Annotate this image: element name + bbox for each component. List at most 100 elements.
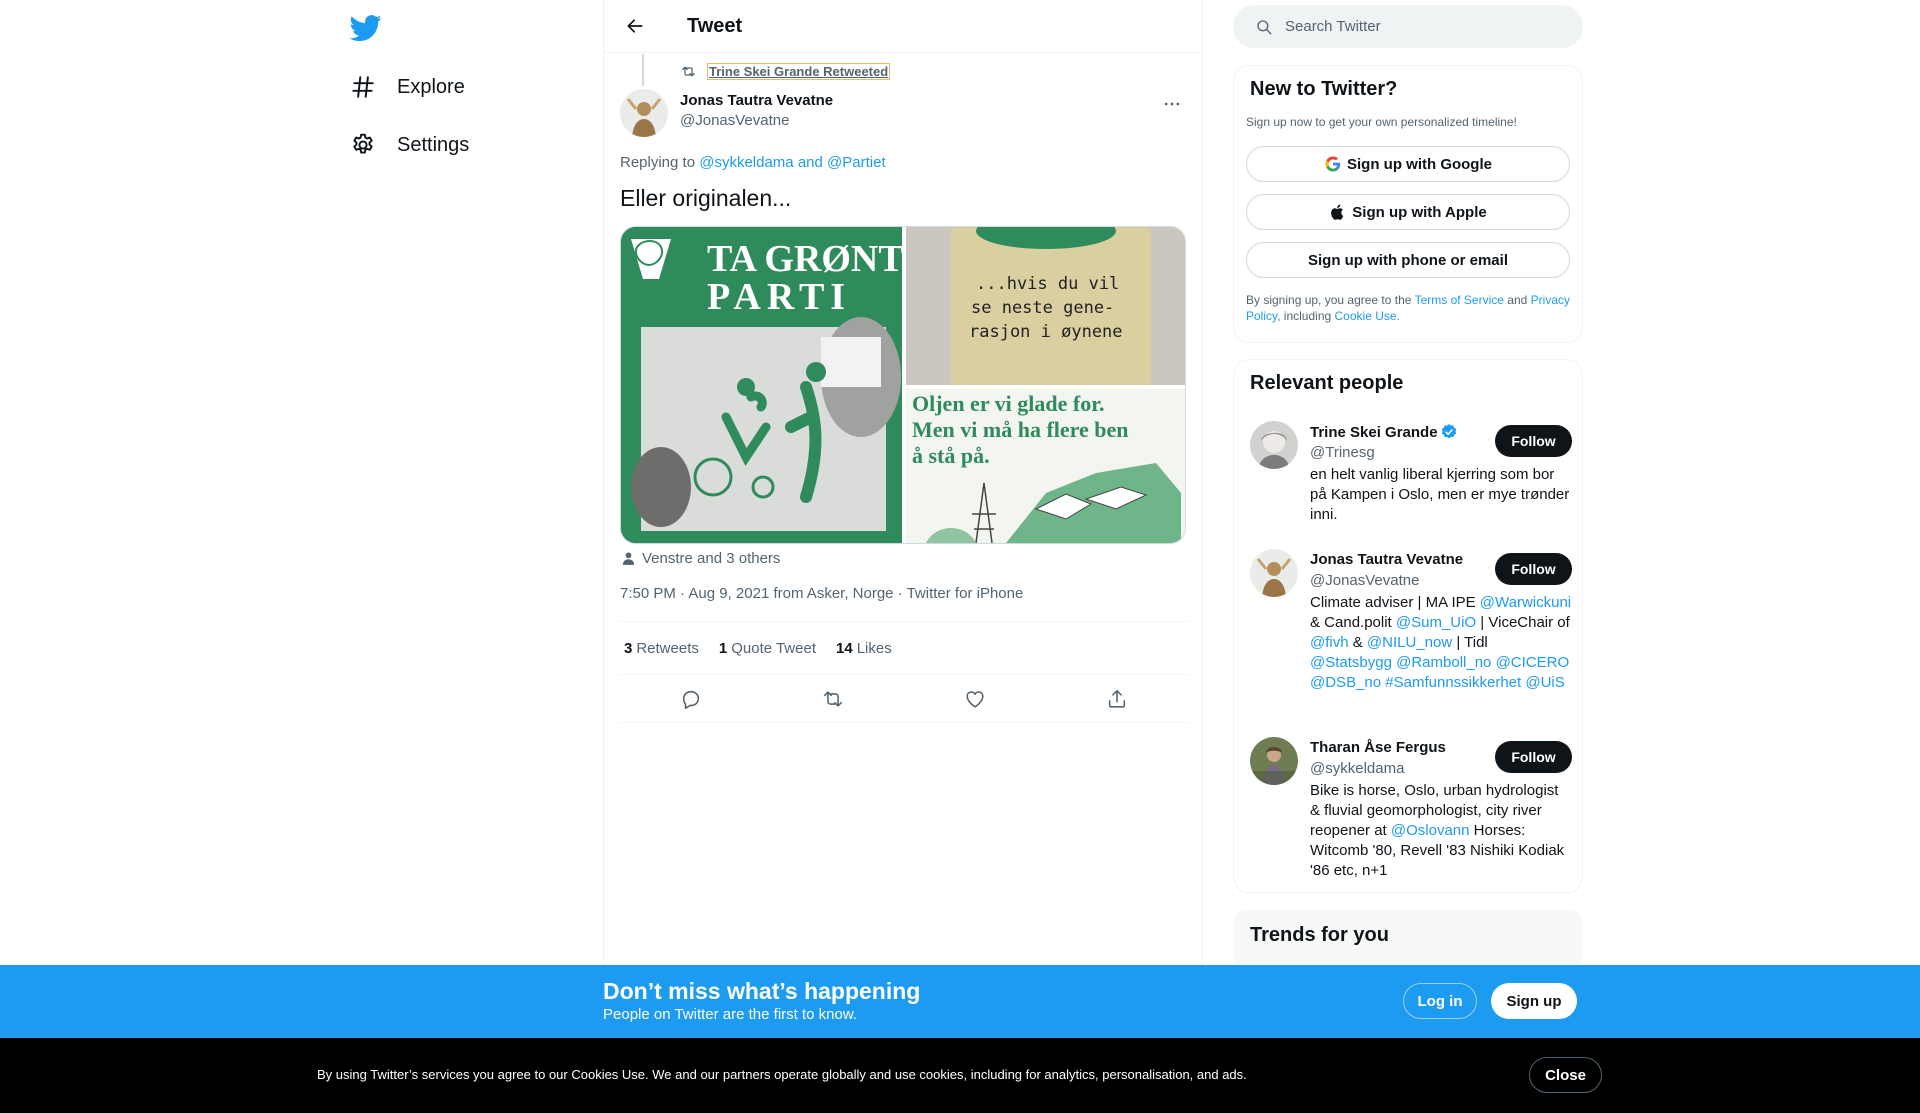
nav-explore[interactable]: Explore	[350, 67, 465, 107]
retweeted-by-text[interactable]: Trine Skei Grande Retweeted	[707, 63, 891, 80]
avatar[interactable]	[1250, 421, 1298, 469]
replying-user-link[interactable]: @sykkeldama	[699, 154, 793, 171]
author-avatar[interactable]	[620, 89, 668, 137]
google-icon	[1325, 156, 1341, 172]
tweet-actions	[620, 675, 1188, 723]
tweet-media[interactable]: TA GRØNT PARTI ...hvis du vil se neste g…	[620, 226, 1186, 544]
oil-text-2: Men vi må ha flere ben	[912, 417, 1129, 442]
signup-apple-button[interactable]: Sign up with Apple	[1246, 194, 1570, 230]
retweets-stat[interactable]: 3 Retweets	[624, 640, 699, 657]
like-button[interactable]	[957, 681, 993, 717]
gear-icon	[353, 133, 373, 154]
thread-line	[642, 54, 644, 86]
tweet-text: Eller originalen...	[620, 185, 792, 211]
follow-button[interactable]: Follow	[1495, 425, 1572, 457]
avatar[interactable]	[1250, 549, 1298, 597]
person-bio: en helt vanlig liberal kjerring som bor …	[1310, 466, 1570, 523]
more-horizontal-icon	[1164, 102, 1180, 106]
arrow-left-icon	[627, 19, 643, 33]
likes-label: Likes	[856, 639, 892, 657]
person-name[interactable]: Trine Skei Grande	[1310, 423, 1458, 441]
oil-text-3: å stå på.	[912, 443, 990, 468]
signup-apple-label: Sign up with Apple	[1352, 203, 1487, 221]
close-button[interactable]: Close	[1529, 1057, 1602, 1093]
likes-count: 14	[836, 639, 853, 657]
quotes-count: 1	[718, 639, 728, 657]
retweet-button[interactable]	[815, 681, 851, 717]
avatar[interactable]	[1250, 737, 1298, 785]
person-handle[interactable]: @JonasVevatne	[1310, 572, 1419, 589]
retweet-context[interactable]: Trine Skei Grande Retweeted	[680, 63, 891, 80]
nav-explore-label: Explore	[397, 75, 465, 98]
replying-and[interactable]: and	[798, 154, 823, 171]
signup-phone-email-label: Sign up with phone or email	[1307, 251, 1508, 269]
media-image-badge[interactable]: ...hvis du vil se neste gene- rasjon i ø…	[906, 227, 1185, 385]
signup-google-button[interactable]: Sign up with Google	[1246, 146, 1570, 182]
nav-settings[interactable]: Settings	[350, 125, 469, 165]
media-image-poster-left[interactable]: TA GRØNT PARTI	[621, 227, 904, 543]
verified-badge-icon	[1441, 424, 1456, 439]
tweet-header: Tweet	[604, 0, 1202, 53]
new-to-twitter-card: New to Twitter? Sign up now to get your …	[1233, 65, 1583, 343]
media-image-oil-poster[interactable]: Oljen er vi glade for. Men vi må ha fler…	[906, 389, 1185, 543]
cookie-text: By using Twitter’s services you agree to…	[317, 1067, 1247, 1082]
back-button[interactable]	[617, 8, 653, 44]
banner-subtitle: People on Twitter are the first to know.	[603, 1006, 858, 1023]
tagged-users[interactable]: Venstre and 3 others	[620, 550, 780, 567]
twitter-logo-icon[interactable]	[349, 12, 382, 44]
author-name[interactable]: Jonas Tautra Vevatne	[680, 92, 833, 109]
retweet-icon	[823, 690, 843, 707]
share-icon	[1108, 689, 1126, 708]
person-name[interactable]: Jonas Tautra Vevatne	[1310, 551, 1463, 568]
retweets-label: Retweets	[636, 639, 699, 657]
share-button[interactable]	[1099, 681, 1135, 717]
badge-text-1: ...hvis du vil	[976, 274, 1119, 294]
reply-icon	[682, 690, 700, 709]
replying-user-link[interactable]: @Partiet	[827, 154, 886, 171]
retweet-icon	[682, 66, 695, 77]
nav-settings-label: Settings	[397, 133, 470, 156]
search-input[interactable]	[1285, 18, 1545, 35]
likes-stat[interactable]: 14 Likes	[836, 640, 892, 657]
badge-text-3: rasjon i øynene	[969, 322, 1123, 342]
quotes-label: Quote Tweet	[731, 639, 816, 657]
terms-link[interactable]: Terms of Service	[1415, 293, 1504, 307]
poster-headline-1: TA GRØNT	[707, 238, 902, 280]
reply-button[interactable]	[673, 681, 709, 717]
more-options-button[interactable]	[1160, 92, 1184, 116]
signup-button[interactable]: Sign up	[1491, 983, 1577, 1019]
tweet-time[interactable]: 7:50 PM	[620, 585, 676, 602]
person-bio: Climate adviser | MA IPE @Warwickuni & C…	[1310, 594, 1572, 691]
search-box[interactable]	[1233, 5, 1583, 48]
tagged-users-text[interactable]: Venstre and 3 others	[642, 550, 780, 567]
follow-button[interactable]: Follow	[1495, 553, 1572, 585]
quote-tweets-stat[interactable]: 1 Quote Tweet	[719, 640, 816, 657]
person-handle[interactable]: @Trinesg	[1310, 444, 1375, 461]
tweet-location: from Asker, Norge	[773, 585, 894, 602]
tweet-source[interactable]: Twitter for iPhone	[907, 585, 1024, 602]
badge-text-2: se neste gene-	[971, 298, 1114, 318]
retweets-count: 3	[624, 639, 633, 657]
signup-google-label: Sign up with Google	[1347, 155, 1492, 173]
media-right-column: ...hvis du vil se neste gene- rasjon i ø…	[906, 227, 1185, 543]
tweet-meta: 7:50 PM · Aug 9, 2021 from Asker, Norge …	[620, 585, 1024, 602]
oil-text-1: Oljen er vi glade for.	[912, 391, 1104, 416]
person-icon	[622, 552, 635, 565]
heart-icon	[966, 690, 984, 708]
tweet-date[interactable]: Aug 9, 2021	[688, 585, 769, 602]
follow-button[interactable]: Follow	[1495, 741, 1572, 773]
replying-prefix: Replying to	[620, 154, 696, 171]
relevant-people-title: Relevant people	[1250, 372, 1404, 394]
search-icon	[1257, 19, 1272, 34]
tweet-stats: 3 Retweets 1 Quote Tweet 14 Likes	[620, 621, 1188, 675]
person-name[interactable]: Tharan Åse Fergus	[1310, 739, 1446, 756]
cookie-use-link[interactable]: Cookie Use.	[1335, 309, 1400, 323]
person-handle[interactable]: @sykkeldama	[1310, 760, 1404, 777]
signup-phone-email-button[interactable]: Sign up with phone or email	[1246, 242, 1570, 278]
login-button[interactable]: Log in	[1403, 983, 1477, 1019]
signup-banner: Don’t miss what’s happening People on Tw…	[0, 965, 1920, 1038]
relevant-people-card: Relevant people Trine Skei Grande @Trine…	[1233, 359, 1583, 893]
author-handle[interactable]: @JonasVevatne	[680, 112, 789, 129]
signup-legal-text: By signing up, you agree to the Terms of…	[1246, 293, 1570, 323]
person-bio: Bike is horse, Oslo, urban hydrologist &…	[1310, 782, 1565, 879]
